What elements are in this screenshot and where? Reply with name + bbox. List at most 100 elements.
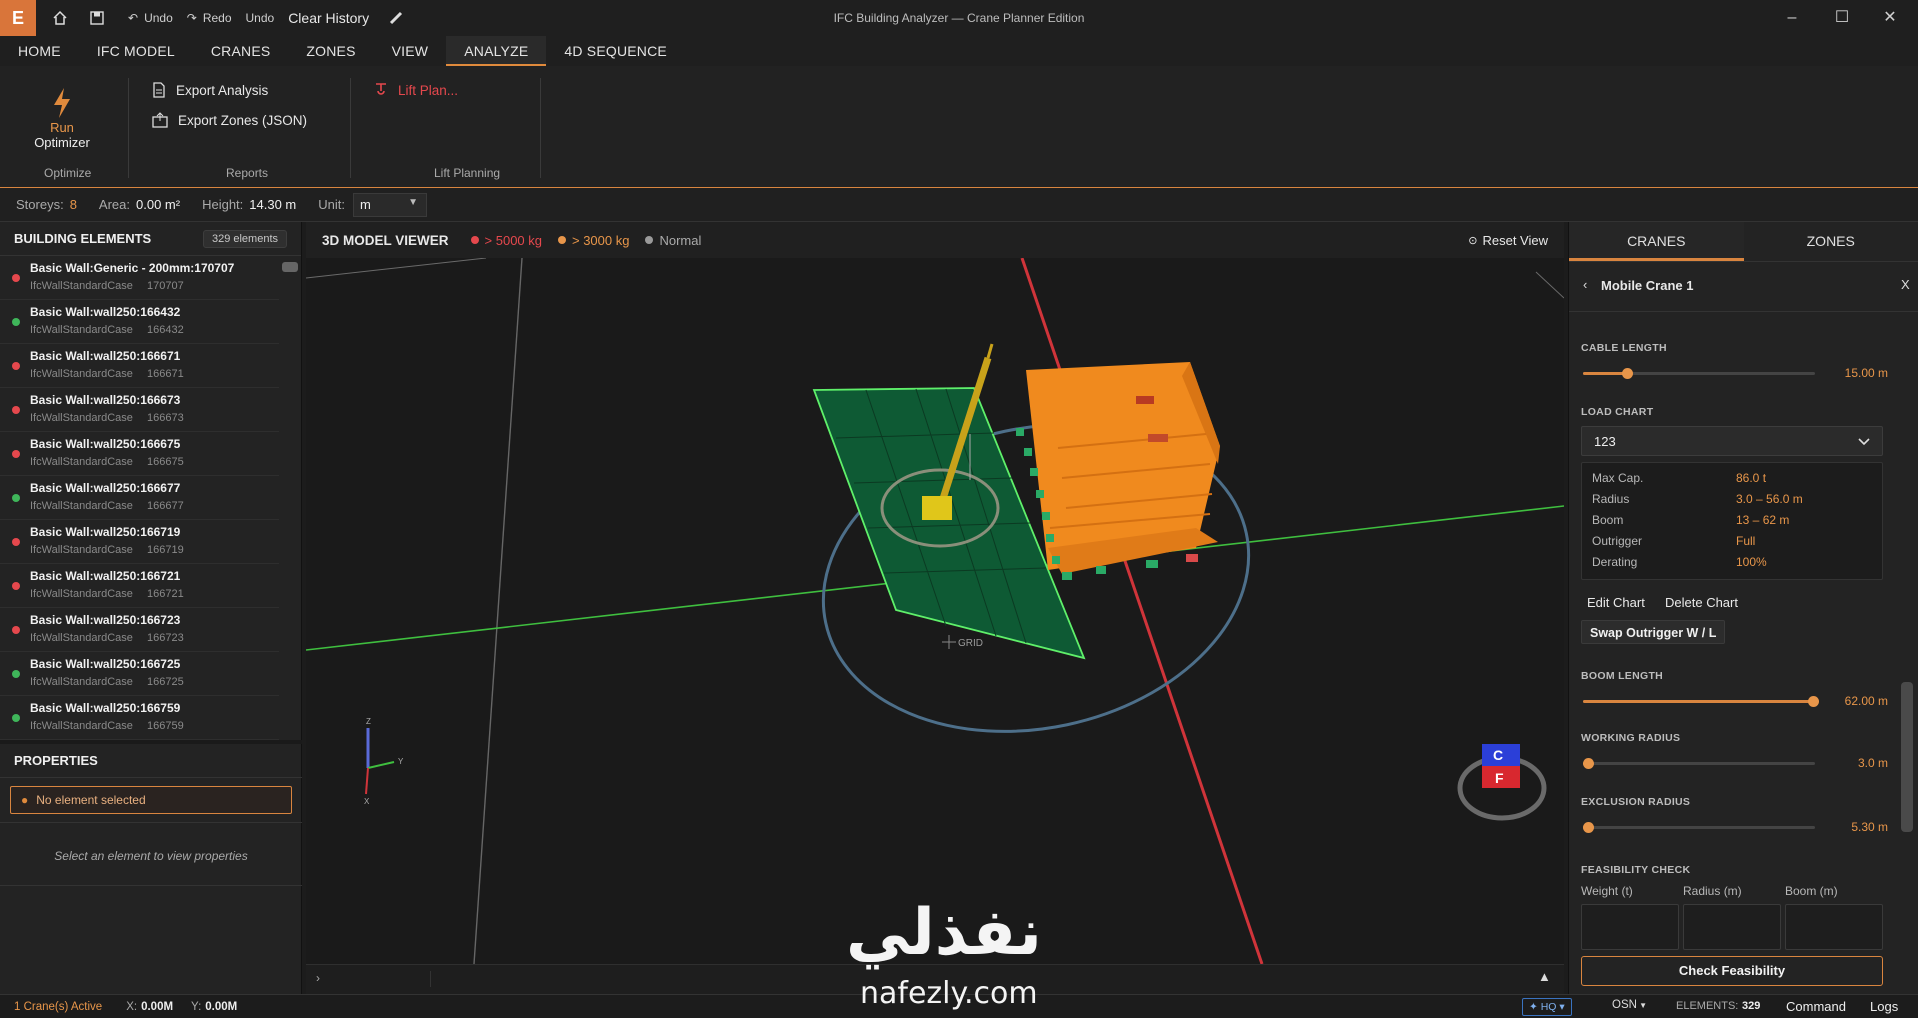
check-feasibility-button[interactable]: Check Feasibility — [1581, 956, 1883, 986]
tab-view[interactable]: VIEW — [374, 36, 447, 66]
element-type: IfcWallStandardCase — [30, 676, 133, 688]
element-list-item[interactable]: Basic Wall:wall250:166721 IfcWallStandard… — [0, 564, 279, 608]
logs-button[interactable]: Logs — [1870, 999, 1898, 1014]
boom-length-fill — [1583, 700, 1813, 703]
tab-cranes-panel[interactable]: CRANES — [1569, 222, 1744, 261]
boom-input[interactable] — [1785, 904, 1883, 950]
optimizer-label: Optimizer — [34, 135, 90, 150]
boom-length-knob[interactable] — [1807, 696, 1819, 707]
footer-divider — [430, 971, 431, 987]
app-logo[interactable]: E — [0, 0, 36, 36]
element-list-item[interactable]: Basic Wall:wall250:166719 IfcWallStandard… — [0, 520, 279, 564]
area-label: Area: — [98, 197, 130, 212]
app-window: E ↶ Undo ↷ Redo Undo Clear History IFC B… — [0, 0, 1918, 1018]
clear-history-button[interactable]: Clear History — [288, 10, 369, 26]
undo-button[interactable]: ↶ Undo — [128, 11, 173, 25]
radius-key: Radius — [1592, 492, 1630, 506]
element-list-item[interactable]: Basic Wall:wall250:166725 IfcWallStandard… — [0, 652, 279, 696]
boom-length-slider[interactable] — [1583, 696, 1819, 707]
x-coord-value: 0.00M — [141, 1000, 174, 1013]
close-icon[interactable]: X — [1901, 277, 1910, 292]
boom-length-value: 62.00 m — [1844, 694, 1888, 708]
reset-view-button[interactable]: ⊙ Reset View — [1468, 233, 1548, 248]
status-dot — [12, 626, 20, 634]
menu-bar: HOME IFC MODEL CRANES ZONES VIEW ANALYZE… — [0, 36, 1918, 66]
hq-toggle[interactable]: ✦ HQ ▾ — [1522, 998, 1572, 1016]
working-radius-slider[interactable] — [1582, 758, 1815, 769]
storeys-value: 8 — [69, 197, 77, 212]
undo-button-2[interactable]: Undo — [246, 11, 275, 25]
element-type: IfcWallStandardCase — [30, 456, 133, 468]
element-count-badge: 329 elements — [202, 229, 287, 248]
run-label: Run — [50, 120, 74, 135]
model-viewer[interactable]: GRID Z Y X C F 3D MODEL VIEWER > 5000 kg… — [306, 222, 1564, 994]
tab-zones[interactable]: ZONES — [288, 36, 373, 66]
tab-cranes[interactable]: CRANES — [193, 36, 289, 66]
boom-length-label: BOOM LENGTH — [1581, 670, 1664, 682]
element-type: IfcWallStandardCase — [30, 720, 133, 732]
tab-4d-sequence[interactable]: 4D SEQUENCE — [546, 36, 685, 66]
legend-label-normal: Normal — [659, 232, 702, 248]
triangle-up-icon[interactable]: ▲ — [1538, 969, 1551, 984]
redo-icon: ↷ — [186, 11, 197, 25]
element-list-item[interactable]: Basic Wall:wall250:166723 IfcWallStandard… — [0, 608, 279, 652]
osn-dropdown[interactable]: OSN ▼ — [1612, 999, 1647, 1011]
element-list-item[interactable]: Basic Wall:wall250:166677 IfcWallStandard… — [0, 476, 279, 520]
right-panel-scrollbar[interactable] — [1901, 682, 1913, 832]
exclusion-radius-slider[interactable] — [1582, 822, 1815, 833]
status-dot — [12, 362, 20, 370]
unit-select[interactable]: m ▼ — [353, 192, 427, 217]
building-elements-title: BUILDING ELEMENTS — [14, 231, 152, 246]
redo-button[interactable]: ↷ Redo — [187, 11, 232, 25]
element-list-item[interactable]: Basic Wall:wall250:166675 IfcWallStandard… — [0, 432, 279, 476]
element-list-item[interactable]: Basic Wall:wall250:166759 IfcWallStandard… — [0, 696, 279, 740]
crane-body — [922, 496, 952, 520]
radius-input[interactable] — [1683, 904, 1781, 950]
swap-outrigger-button[interactable]: Swap Outrigger W / L — [1581, 620, 1726, 644]
element-list-item[interactable]: Basic Wall:wall250:166673 IfcWallStandard… — [0, 388, 279, 432]
building-model — [1026, 362, 1220, 574]
back-chevron-icon[interactable]: ‹ — [1583, 277, 1587, 292]
tab-analyze[interactable]: ANALYZE — [446, 36, 547, 66]
element-list-item[interactable]: Basic Wall:wall250:166671 IfcWallStandard… — [0, 344, 279, 388]
element-list-item[interactable]: Basic Wall:wall250:166432 IfcWallStandard… — [0, 300, 279, 344]
command-button[interactable]: Command — [1786, 999, 1846, 1014]
load-chart-summary: Max Cap. 86.0 t Radius 3.0 – 56.0 m Boom… — [1581, 462, 1883, 580]
exclusion-radius-knob[interactable] — [1582, 822, 1594, 833]
status-dot — [12, 670, 20, 678]
grid-label: GRID — [958, 638, 983, 649]
lift-plan-button[interactable]: Lift Plan... — [374, 82, 458, 98]
unit-value: m — [360, 196, 371, 212]
home-icon[interactable] — [52, 10, 68, 26]
ruler-icon[interactable] — [389, 11, 403, 25]
element-list-item[interactable]: Basic Wall:Generic - 200mm:170707 IfcWall… — [0, 256, 279, 300]
cable-length-knob[interactable] — [1622, 368, 1634, 379]
legend-label-medium: > 3000 kg — [572, 232, 630, 248]
expand-chevron-icon[interactable]: › — [316, 971, 320, 985]
left-panel: BUILDING ELEMENTS 329 elements Basic Wal… — [0, 222, 302, 994]
elements-count-label: ELEMENTS: — [1676, 1000, 1739, 1012]
legend-item-medium: > 3000 kg — [558, 233, 629, 248]
cable-length-slider[interactable] — [1583, 368, 1815, 379]
tab-zones-panel[interactable]: ZONES — [1744, 222, 1918, 261]
element-list-scrollbar[interactable] — [282, 262, 298, 272]
edit-chart-button[interactable]: Edit Chart — [1587, 595, 1645, 610]
tab-home[interactable]: HOME — [0, 36, 79, 66]
save-icon[interactable] — [90, 11, 104, 25]
tab-ifc-model[interactable]: IFC MODEL — [79, 36, 193, 66]
element-id: 166432 — [147, 324, 184, 336]
close-window-icon[interactable]: ✕ — [1870, 6, 1910, 30]
minimize-icon[interactable]: – — [1772, 6, 1812, 30]
viewport-canvas[interactable]: GRID Z Y X C F — [306, 258, 1564, 964]
maximize-icon[interactable]: ☐ — [1822, 6, 1862, 30]
reset-view-label: Reset View — [1482, 232, 1548, 248]
export-analysis-button[interactable]: Export Analysis — [152, 82, 268, 98]
run-optimizer-button[interactable]: Run Optimizer — [24, 88, 100, 152]
properties-hint: Select an element to view properties — [54, 849, 248, 863]
working-radius-knob[interactable] — [1582, 758, 1594, 769]
export-zones-button[interactable]: Export Zones (JSON) — [152, 112, 307, 128]
delete-chart-button[interactable]: Delete Chart — [1665, 595, 1738, 610]
load-chart-select[interactable]: 123 — [1581, 426, 1883, 456]
weight-input[interactable] — [1581, 904, 1679, 950]
cable-length-label: CABLE LENGTH — [1581, 342, 1667, 354]
